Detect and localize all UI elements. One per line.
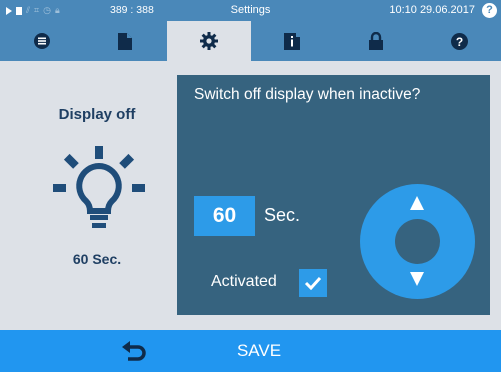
svg-text:?: ? bbox=[456, 35, 463, 49]
tab-menu[interactable] bbox=[0, 21, 84, 61]
tab-protocols[interactable] bbox=[84, 21, 168, 61]
tab-bar: ? bbox=[0, 21, 501, 61]
back-arrow-icon bbox=[122, 341, 146, 361]
save-button[interactable]: SAVE bbox=[214, 330, 304, 372]
tab-help[interactable]: ? bbox=[418, 21, 501, 61]
checkmark-icon bbox=[304, 276, 322, 290]
wheel-center bbox=[395, 219, 440, 264]
back-button[interactable] bbox=[95, 330, 175, 372]
tab-settings[interactable] bbox=[167, 21, 251, 61]
tab-info[interactable] bbox=[251, 21, 335, 61]
unit-label: Sec. bbox=[264, 205, 301, 225]
setting-title: Display off bbox=[58, 106, 136, 123]
setting-value: 60 Sec. bbox=[72, 251, 122, 267]
value-selector-wheel[interactable] bbox=[360, 184, 475, 299]
help-icon: ? bbox=[450, 32, 468, 50]
help-icon[interactable]: ? bbox=[482, 3, 497, 18]
info-book-icon bbox=[284, 32, 301, 50]
screen: ⫽ ⌗ ◷ 🔒︎ 389 : 388 Settings 10:10 29.06.… bbox=[0, 0, 501, 372]
gear-icon bbox=[199, 32, 218, 50]
time: 10:10 bbox=[389, 4, 417, 16]
tab-lock[interactable] bbox=[334, 21, 418, 61]
lightbulb-icon bbox=[53, 146, 145, 228]
date: 29.06.2017 bbox=[419, 4, 475, 16]
settings-panel: Switch off display when inactive? 60 Sec… bbox=[177, 75, 490, 315]
activated-checkbox[interactable] bbox=[299, 269, 327, 297]
clock: 10:10 29.06.2017 bbox=[389, 4, 475, 16]
status-bar: ⫽ ⌗ ◷ 🔒︎ 389 : 388 Settings 10:10 29.06.… bbox=[0, 0, 501, 21]
increase-arrow-icon[interactable] bbox=[410, 196, 424, 210]
bottom-bar: SAVE bbox=[0, 330, 501, 372]
decrease-arrow-icon[interactable] bbox=[410, 272, 424, 286]
panel-title: Switch off display when inactive? bbox=[194, 86, 421, 103]
menu-list-icon bbox=[33, 33, 50, 49]
lock-icon bbox=[368, 32, 383, 50]
document-icon bbox=[118, 32, 133, 50]
timeout-value-field[interactable]: 60 bbox=[194, 196, 255, 236]
activated-label: Activated bbox=[211, 273, 277, 290]
